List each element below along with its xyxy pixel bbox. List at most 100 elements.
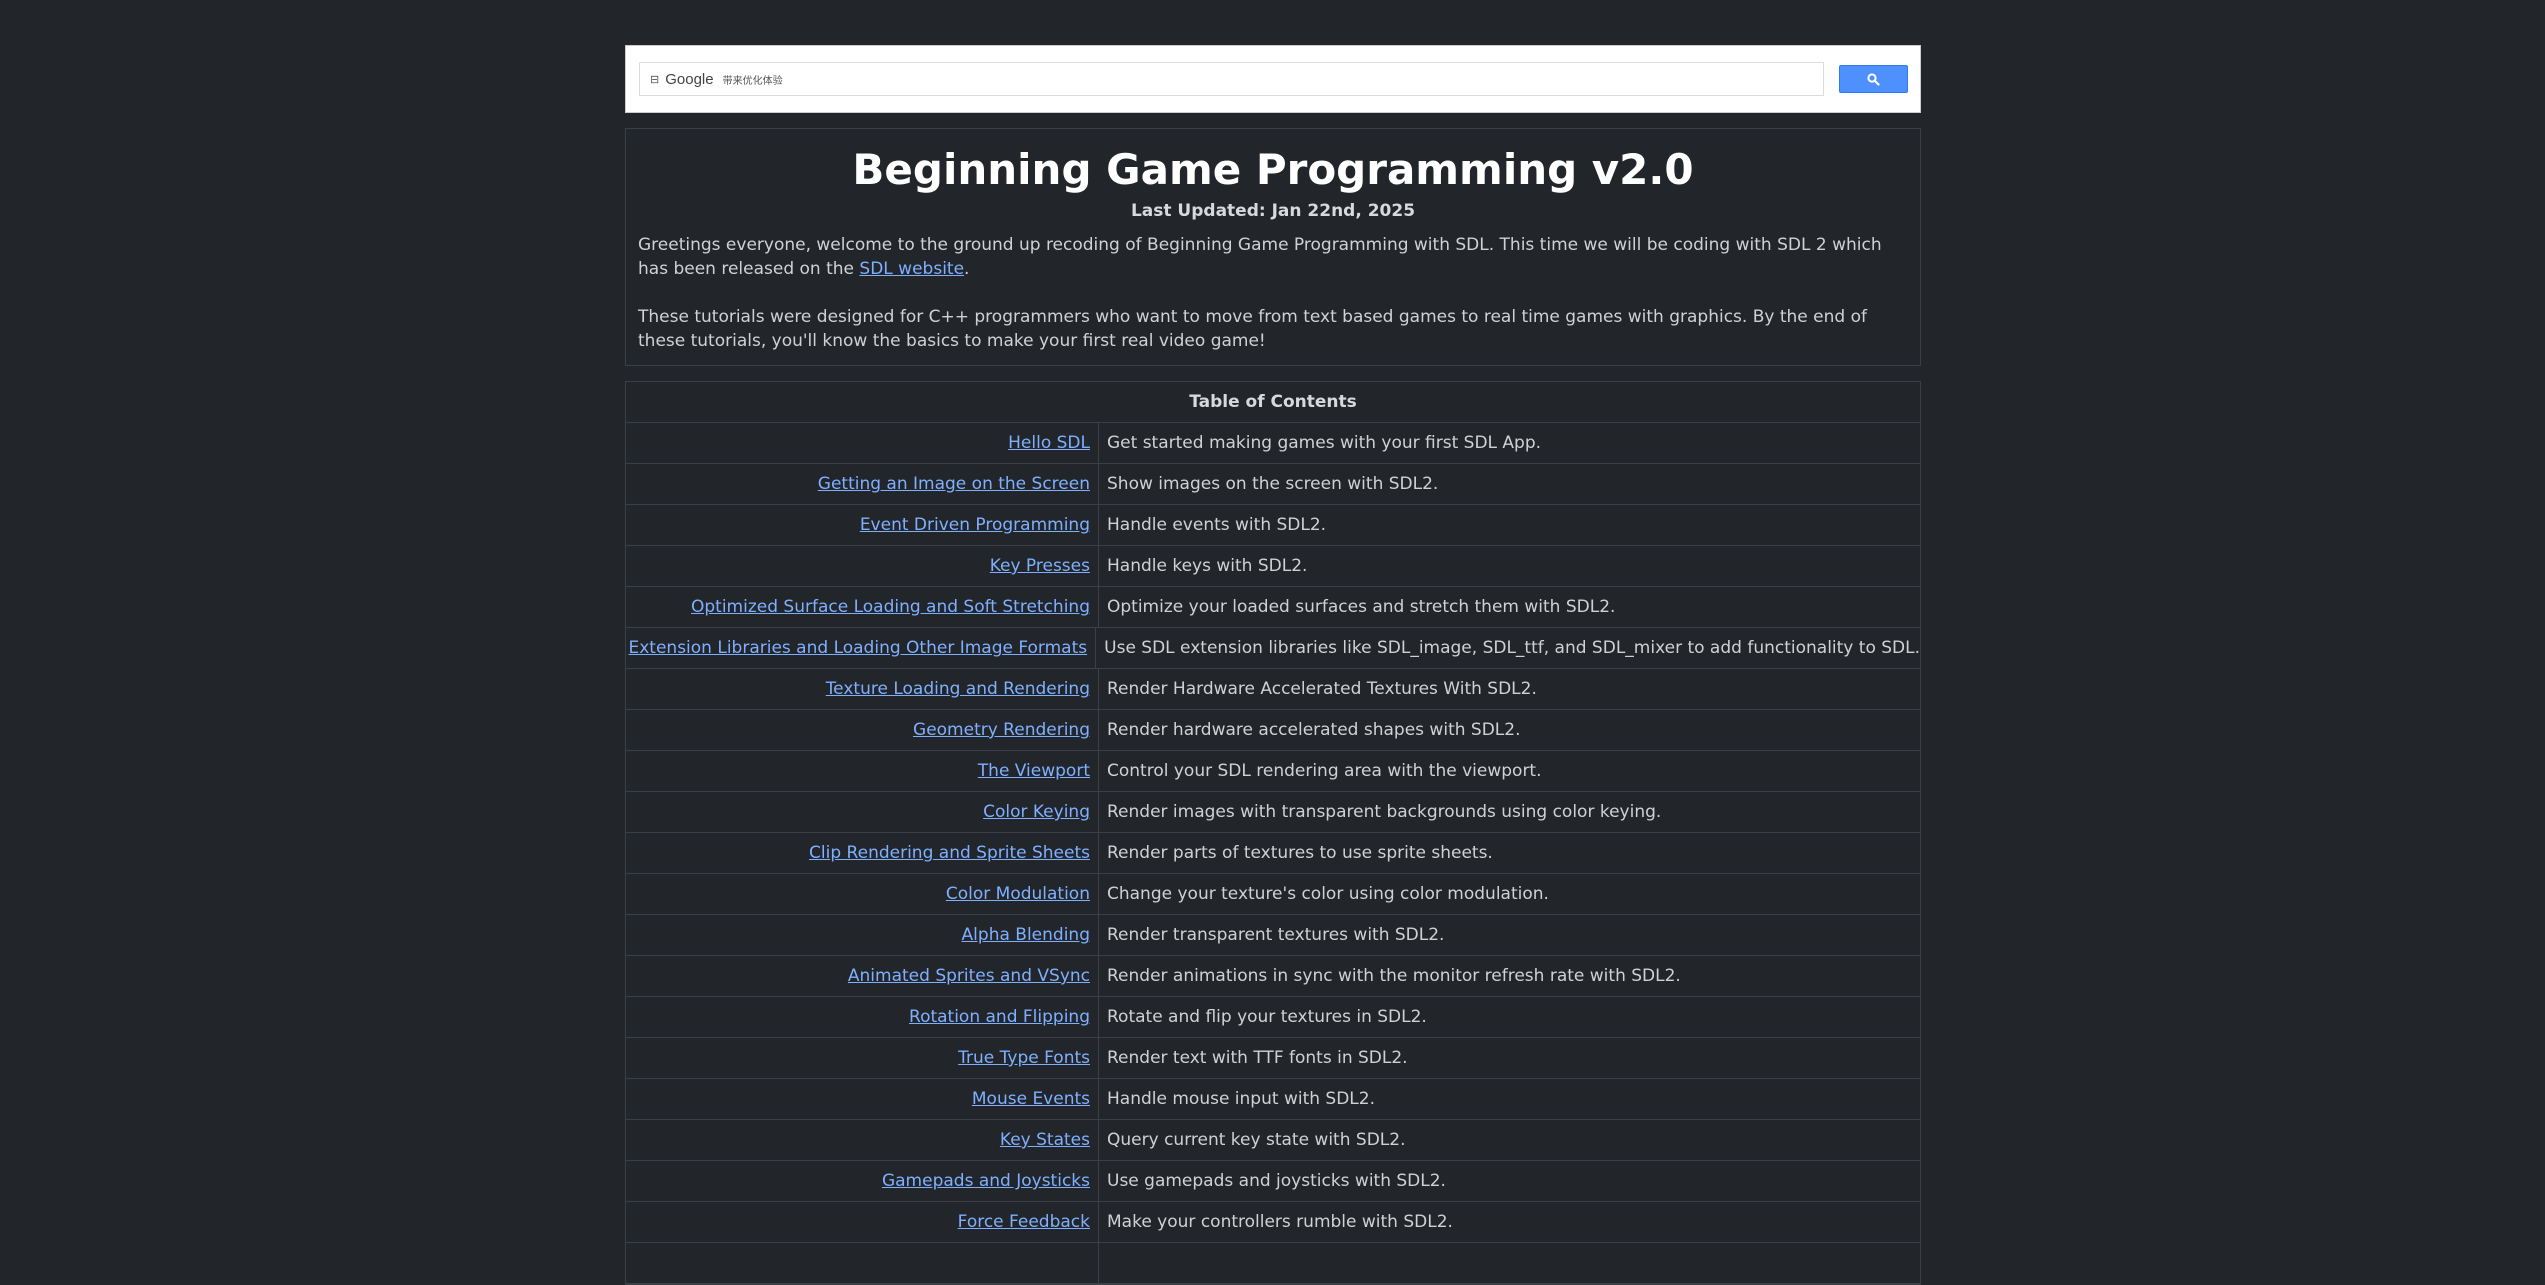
toc-link-cell: Texture Loading and Rendering xyxy=(626,669,1099,709)
table-row: Event Driven Programming Handle events wi… xyxy=(626,505,1920,546)
toc-description: Handle events with SDL2. xyxy=(1107,515,1327,535)
table-row: The Viewport Control your SDL rendering a… xyxy=(626,751,1920,792)
toc-link[interactable]: Clip Rendering and Sprite Sheets xyxy=(809,843,1090,863)
toc-link[interactable]: Geometry Rendering xyxy=(913,720,1090,740)
table-row: Key States Query current key state with S… xyxy=(626,1120,1920,1161)
toc-description: Use gamepads and joysticks with SDL2. xyxy=(1107,1171,1446,1191)
toc-link-cell: Getting an Image on the Screen xyxy=(626,464,1099,504)
table-row: True Type Fonts Render text with TTF font… xyxy=(626,1038,1920,1079)
lock-icon: ⊟ xyxy=(650,73,660,86)
table-row: Key Presses Handle keys with SDL2. xyxy=(626,546,1920,587)
toc-link[interactable]: Color Modulation xyxy=(946,884,1090,904)
toc-title: Table of Contents xyxy=(626,382,1920,423)
last-updated: Last Updated: Jan 22nd, 2025 xyxy=(1130,201,1416,221)
page-title: Beginning Game Programming v2.0 xyxy=(852,145,1694,194)
toc-link[interactable]: Key States xyxy=(1000,1130,1090,1150)
toc-link-cell: Optimized Surface Loading and Soft Stret… xyxy=(626,587,1099,627)
toc-description: Render parts of textures to use sprite s… xyxy=(1107,843,1493,863)
toc-description: Render transparent textures with SDL2. xyxy=(1107,925,1445,945)
table-row: Color Keying Render images with transpare… xyxy=(626,792,1920,833)
toc-link-cell: Animated Sprites and VSync xyxy=(626,956,1099,996)
intro-panel: Beginning Game Programming v2.0 Last Upd… xyxy=(625,128,1921,366)
toc-link-cell: Color Modulation xyxy=(626,874,1099,914)
toc-description xyxy=(1099,1243,1920,1283)
toc-link[interactable]: Mouse Events xyxy=(972,1089,1090,1109)
toc-link-cell: Geometry Rendering xyxy=(626,710,1099,750)
toc-description: Render animations in sync with the monit… xyxy=(1107,966,1681,986)
toc-link[interactable]: The Viewport xyxy=(978,761,1090,781)
toc-link[interactable]: Key Presses xyxy=(990,556,1090,576)
table-row: Animated Sprites and VSync Render animati… xyxy=(626,956,1920,997)
search-bar: ⊟ Google 带来优化体验 xyxy=(625,45,1921,113)
toc-link-cell: Color Keying xyxy=(626,792,1099,832)
toc-link[interactable]: Force Feedback xyxy=(958,1212,1090,1232)
toc-link[interactable]: Texture Loading and Rendering xyxy=(826,679,1090,699)
toc-description: Handle mouse input with SDL2. xyxy=(1107,1089,1375,1109)
toc-link-cell: Rotation and Flipping xyxy=(626,997,1099,1037)
toc-link[interactable]: Extension Libraries and Loading Other Im… xyxy=(629,638,1088,658)
table-row: Texture Loading and Rendering Render Hard… xyxy=(626,669,1920,710)
search-icon xyxy=(1867,72,1880,86)
toc-description: Make your controllers rumble with SDL2. xyxy=(1107,1212,1453,1232)
table-row: Getting an Image on the Screen Show image… xyxy=(626,464,1920,505)
toc-link[interactable]: Animated Sprites and VSync xyxy=(848,966,1090,986)
search-hint: 带来优化体验 xyxy=(722,75,783,87)
toc-link-cell: Event Driven Programming xyxy=(626,505,1099,545)
toc-link[interactable]: Event Driven Programming xyxy=(860,515,1090,535)
audience-paragraph: These tutorials were designed for C++ pr… xyxy=(638,307,1867,351)
toc-rows: Hello SDL Get started making games with y… xyxy=(626,423,1920,1284)
toc-description: Use SDL extension libraries like SDL_ima… xyxy=(1104,638,1920,658)
toc-description: Handle keys with SDL2. xyxy=(1107,556,1308,576)
table-row: Hello SDL Get started making games with y… xyxy=(626,423,1920,464)
toc-link[interactable]: Getting an Image on the Screen xyxy=(818,474,1090,494)
table-row: Extension Libraries and Loading Other Im… xyxy=(626,628,1920,669)
toc-link[interactable]: Color Keying xyxy=(983,802,1090,822)
sdl-website-link[interactable]: SDL website xyxy=(859,259,964,279)
toc-description: Render text with TTF fonts in SDL2. xyxy=(1107,1048,1408,1068)
search-button[interactable] xyxy=(1839,65,1908,93)
intro-text: Greetings everyone, welcome to the groun… xyxy=(638,235,1882,279)
table-row: Clip Rendering and Sprite Sheets Render p… xyxy=(626,833,1920,874)
toc-description: Query current key state with SDL2. xyxy=(1107,1130,1406,1150)
toc-link-cell: Alpha Blending xyxy=(626,915,1099,955)
toc-description: Render Hardware Accelerated Textures Wit… xyxy=(1107,679,1537,699)
toc-link[interactable]: True Type Fonts xyxy=(958,1048,1090,1068)
toc-link[interactable]: Gamepads and Joysticks xyxy=(882,1171,1090,1191)
toc-link[interactable]: Hello SDL xyxy=(1008,433,1090,453)
toc-link-cell: Key Presses xyxy=(626,546,1099,586)
table-row: Geometry Rendering Render hardware accele… xyxy=(626,710,1920,751)
toc-description: Show images on the screen with SDL2. xyxy=(1107,474,1439,494)
toc-description: Rotate and flip your textures in SDL2. xyxy=(1107,1007,1427,1027)
toc-link[interactable]: Rotation and Flipping xyxy=(909,1007,1090,1027)
table-row: Rotation and Flipping Rotate and flip you… xyxy=(626,997,1920,1038)
toc-link-cell: Force Feedback xyxy=(626,1202,1099,1242)
toc-link-cell: Gamepads and Joysticks xyxy=(626,1161,1099,1201)
table-of-contents: Table of Contents Hello SDL Get started m… xyxy=(625,381,1921,1285)
table-row: Mouse Events Handle mouse input with SDL2… xyxy=(626,1079,1920,1120)
toc-link-cell: Clip Rendering and Sprite Sheets xyxy=(626,833,1099,873)
google-brand-label: Google xyxy=(665,70,714,88)
toc-description: Render hardware accelerated shapes with … xyxy=(1107,720,1521,740)
toc-description: Control your SDL rendering area with the… xyxy=(1107,761,1542,781)
toc-link-cell xyxy=(626,1243,1099,1283)
toc-link-cell: Key States xyxy=(626,1120,1099,1160)
table-row: Alpha Blending Render transparent texture… xyxy=(626,915,1920,956)
table-row: Color Modulation Change your texture's co… xyxy=(626,874,1920,915)
toc-description: Render images with transparent backgroun… xyxy=(1107,802,1662,822)
table-row: Optimized Surface Loading and Soft Stret… xyxy=(626,587,1920,628)
intro-paragraph: Greetings everyone, welcome to the groun… xyxy=(638,233,1908,281)
toc-link-cell: Hello SDL xyxy=(626,423,1099,463)
table-row: Gamepads and Joysticks Use gamepads and j… xyxy=(626,1161,1920,1202)
search-input[interactable]: ⊟ Google 带来优化体验 xyxy=(639,62,1824,96)
table-row xyxy=(626,1243,1920,1284)
toc-description: Change your texture's color using color … xyxy=(1107,884,1549,904)
table-row: Force Feedback Make your controllers rumb… xyxy=(626,1202,1920,1243)
toc-link-cell: True Type Fonts xyxy=(626,1038,1099,1078)
toc-link[interactable]: Optimized Surface Loading and Soft Stret… xyxy=(691,597,1090,617)
toc-link[interactable]: Alpha Blending xyxy=(962,925,1090,945)
toc-link-cell: The Viewport xyxy=(626,751,1099,791)
toc-link-cell: Extension Libraries and Loading Other Im… xyxy=(626,628,1097,668)
page-container: ⊟ Google 带来优化体验 Beginning Game Programmi… xyxy=(625,45,1921,1285)
toc-description: Optimize your loaded surfaces and stretc… xyxy=(1107,597,1616,617)
toc-link-cell: Mouse Events xyxy=(626,1079,1099,1119)
